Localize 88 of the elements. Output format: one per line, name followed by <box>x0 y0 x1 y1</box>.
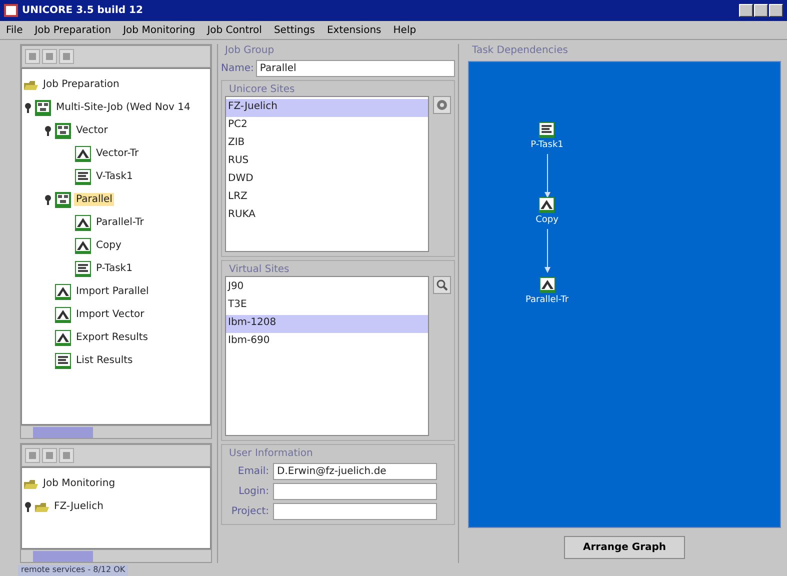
menu-item[interactable]: Help <box>393 24 416 36</box>
horizontal-scrollbar[interactable] <box>21 549 211 562</box>
menu-item[interactable]: Extensions <box>326 24 382 36</box>
list-item[interactable]: FZ-Juelich <box>226 99 428 117</box>
toolbar-button[interactable] <box>59 49 74 64</box>
tree-item[interactable]: Import Parallel <box>74 285 151 298</box>
folder-icon <box>24 78 38 90</box>
field-label: Project: <box>230 506 269 517</box>
group-icon <box>55 122 71 138</box>
list-item[interactable]: RUKA <box>226 207 428 225</box>
task-icon <box>75 214 91 230</box>
group-icon <box>35 100 51 116</box>
toolbar-button[interactable] <box>42 49 57 64</box>
input-field[interactable] <box>273 483 437 500</box>
task-icon <box>55 306 71 322</box>
status-bar: remote services - 8/12 OK <box>18 565 128 576</box>
field-label: Login: <box>238 486 269 497</box>
close-button[interactable] <box>769 4 783 17</box>
task-icon <box>55 284 71 300</box>
toolbar-button[interactable] <box>42 448 57 463</box>
task-icon <box>539 197 555 213</box>
toolbar-button[interactable] <box>59 448 74 463</box>
tree-item[interactable]: Copy <box>94 239 124 252</box>
list-item[interactable]: PC2 <box>226 117 428 135</box>
tree-item[interactable]: Job Preparation <box>41 78 122 91</box>
menu-item[interactable]: Job Preparation <box>34 24 112 36</box>
arrow <box>544 229 551 273</box>
app-icon <box>4 4 18 17</box>
task-icon <box>75 238 91 254</box>
arrange-graph-button[interactable]: Arrange Graph <box>564 536 686 559</box>
tree-item[interactable]: FZ-Juelich <box>52 500 106 513</box>
tree-item[interactable]: Multi-Site-Job (Wed Nov 14 <box>54 101 192 114</box>
tree-item[interactable]: Import Vector <box>74 308 146 321</box>
window-title: UNICORE 3.5 build 12 <box>22 5 143 16</box>
node-label: Parallel-Tr <box>525 295 569 305</box>
tree-item[interactable]: Export Results <box>74 331 150 344</box>
task-icon <box>55 330 71 346</box>
section-title: Virtual Sites <box>228 263 290 276</box>
section-title: Job Group <box>224 44 276 57</box>
section-title: Unicore Sites <box>228 83 296 96</box>
search-button[interactable] <box>433 276 451 294</box>
arrow <box>544 154 551 198</box>
tree-item[interactable]: V-Task1 <box>94 170 135 183</box>
menu-item[interactable]: Job Monitoring <box>123 24 196 36</box>
list-item[interactable]: RUS <box>226 153 428 171</box>
list-item[interactable]: J90 <box>226 279 428 297</box>
list-item[interactable]: T3E <box>226 297 428 315</box>
menu-item[interactable]: Settings <box>274 24 315 36</box>
script-icon <box>539 122 555 138</box>
node-label: Copy <box>536 215 558 225</box>
task-icon <box>539 277 555 293</box>
horizontal-scrollbar[interactable] <box>21 425 211 438</box>
toolbar-button[interactable] <box>25 49 40 64</box>
tree-item[interactable]: Vector <box>74 124 110 137</box>
input-field[interactable]: D.Erwin@fz-juelich.de <box>273 463 437 480</box>
list-item[interactable]: LRZ <box>226 189 428 207</box>
script-icon <box>75 260 91 276</box>
tree-item[interactable]: List Results <box>74 354 135 367</box>
script-icon <box>75 168 91 184</box>
input-field[interactable] <box>273 503 437 520</box>
tree-item[interactable]: Job Monitoring <box>41 477 118 490</box>
folder-icon <box>35 500 49 512</box>
script-icon <box>55 352 71 368</box>
menu-item[interactable]: File <box>6 24 23 36</box>
group-icon <box>55 192 71 208</box>
tree-item[interactable]: Parallel <box>74 193 114 206</box>
search-icon <box>436 279 448 291</box>
minimize-button[interactable] <box>739 4 753 17</box>
field-label: Email: <box>236 466 269 477</box>
node-label: P-Task1 <box>530 140 564 150</box>
tree-item[interactable]: P-Task1 <box>94 262 134 275</box>
list-item[interactable]: Ibm-690 <box>226 333 428 351</box>
field-label: Name: <box>221 63 254 74</box>
tree-item[interactable]: Parallel-Tr <box>94 216 146 229</box>
section-title: Task Dependencies <box>471 44 569 57</box>
gear-icon <box>436 99 448 111</box>
list-item[interactable]: ZIB <box>226 135 428 153</box>
list-item[interactable]: Ibm-1208 <box>226 315 428 333</box>
task-icon <box>75 146 91 162</box>
gear-button[interactable] <box>433 96 451 114</box>
folder-icon <box>24 478 38 490</box>
name-field[interactable]: Parallel <box>256 60 455 77</box>
tree-item[interactable]: Vector-Tr <box>94 147 141 160</box>
menu-item[interactable]: Job Control <box>207 24 262 36</box>
toolbar-button[interactable] <box>25 448 40 463</box>
section-title: User Information <box>228 447 314 460</box>
maximize-button[interactable] <box>754 4 768 17</box>
list-item[interactable]: DWD <box>226 171 428 189</box>
